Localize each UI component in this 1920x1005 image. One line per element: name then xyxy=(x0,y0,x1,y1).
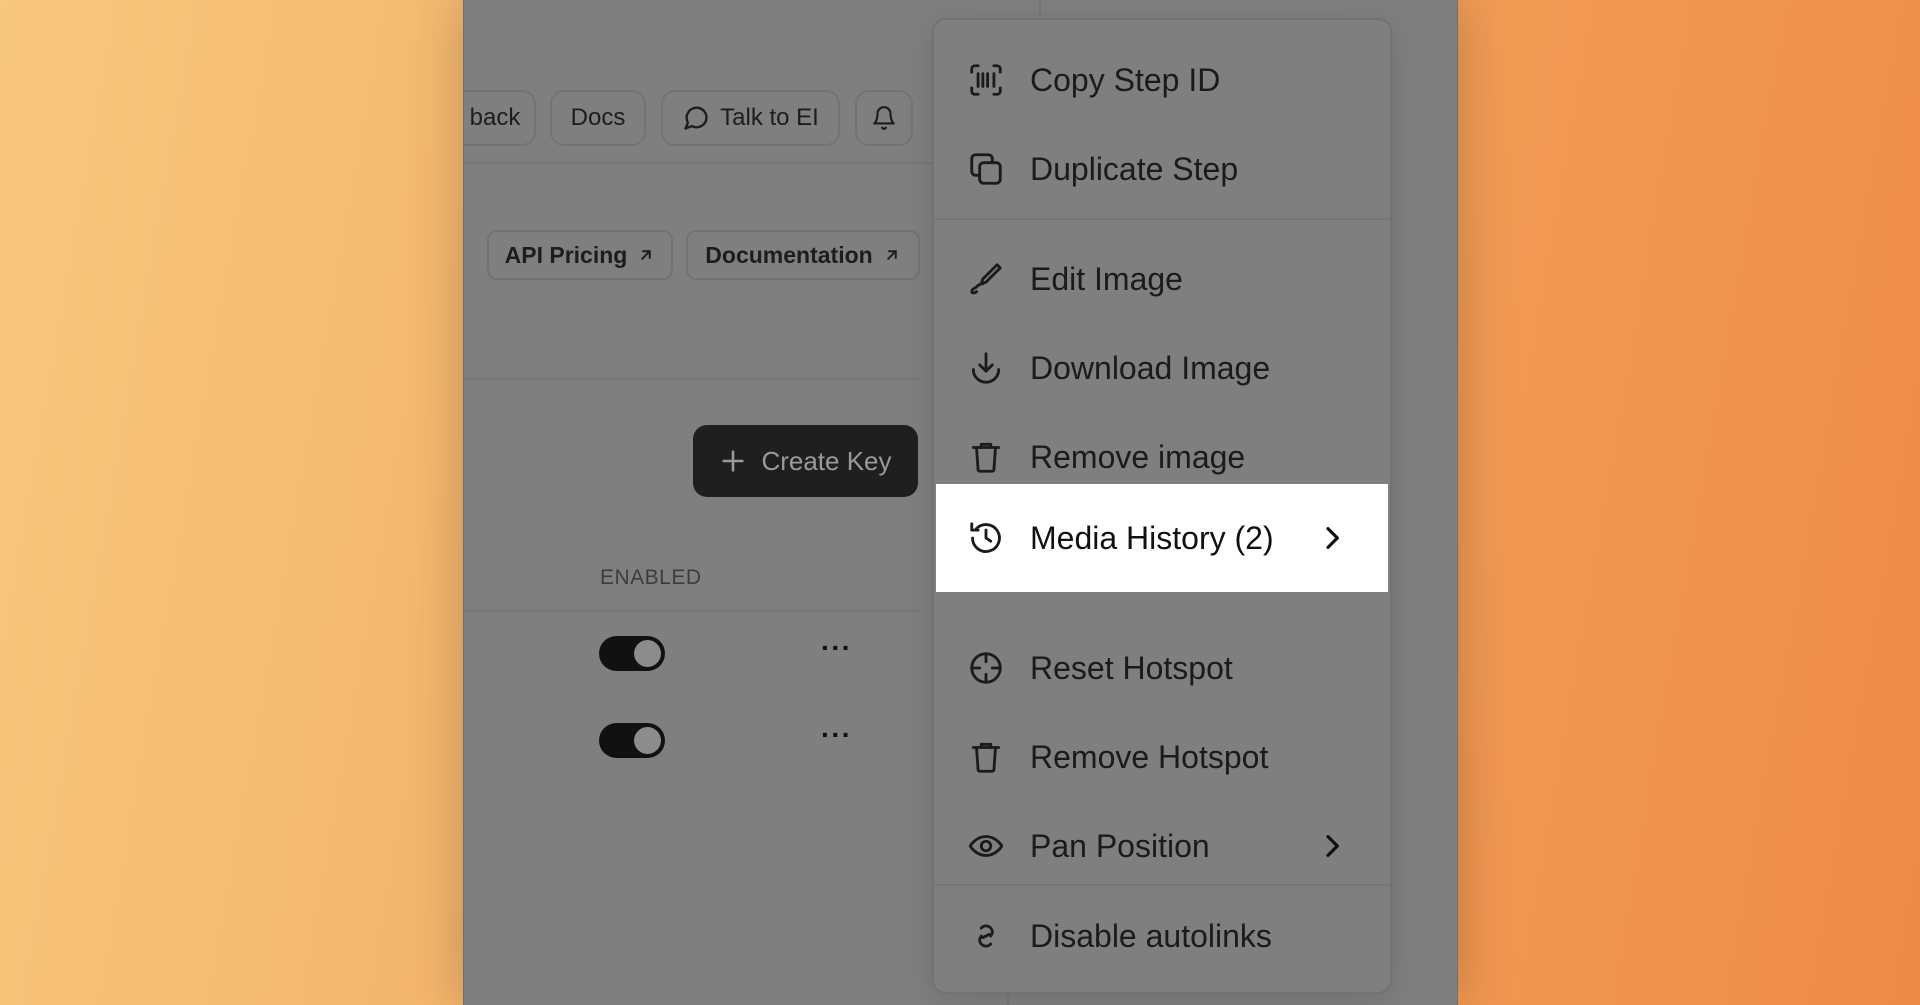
chevron-right-icon xyxy=(1326,527,1339,549)
feedback-button[interactable]: back xyxy=(464,90,536,146)
external-link-icon xyxy=(883,246,901,264)
documentation-label: Documentation xyxy=(705,241,873,268)
menu-item-label: Pan Position xyxy=(1030,827,1210,864)
download-icon xyxy=(966,348,1006,388)
create-key-label: Create Key xyxy=(761,445,892,476)
menu-item-pan-position[interactable]: Pan Position xyxy=(936,802,1388,890)
menu-item-edit-image[interactable]: Edit Image xyxy=(936,235,1388,323)
menu-item-label: Copy Step ID xyxy=(1030,61,1221,98)
menu-item-label: Download Image xyxy=(1030,349,1271,386)
bell-icon xyxy=(871,105,897,131)
menu-item-remove-hotspot[interactable]: Remove Hotspot xyxy=(936,713,1388,801)
menu-item-label: Duplicate Step xyxy=(1030,150,1239,187)
menu-item-media-history[interactable]: Media History (2) xyxy=(936,484,1388,592)
context-menu: Copy Step ID Duplicate Step Edit Image D… xyxy=(932,18,1392,994)
menu-separator xyxy=(934,218,1390,220)
talk-to-ei-button[interactable]: Talk to EI xyxy=(661,90,840,146)
plus-icon xyxy=(719,447,747,475)
trash-icon xyxy=(966,737,1006,777)
menu-item-label: Media History (2) xyxy=(1030,519,1274,556)
eye-icon xyxy=(966,826,1006,866)
menu-item-reset-hotspot[interactable]: Reset Hotspot xyxy=(936,624,1388,712)
menu-item-label: Edit Image xyxy=(1030,260,1183,297)
menu-item-download-image[interactable]: Download Image xyxy=(936,324,1388,412)
notifications-button[interactable] xyxy=(855,90,913,146)
talk-label: Talk to EI xyxy=(720,104,819,131)
menu-item-disable-autolinks[interactable]: Disable autolinks xyxy=(936,892,1388,980)
section-divider xyxy=(464,378,919,380)
menu-item-label: Reset Hotspot xyxy=(1030,649,1233,686)
table-header-divider xyxy=(464,610,919,612)
menu-item-copy-step-id[interactable]: Copy Step ID xyxy=(936,36,1388,124)
chevron-right-icon xyxy=(1326,835,1339,857)
menu-item-label: Disable autolinks xyxy=(1030,917,1272,954)
enabled-toggle[interactable] xyxy=(599,723,665,758)
enabled-column-header: ENABLED xyxy=(600,566,702,589)
create-key-button[interactable]: Create Key xyxy=(693,425,918,497)
row-more-button[interactable]: ··· xyxy=(821,719,852,751)
menu-separator xyxy=(934,607,1390,609)
docs-label: Docs xyxy=(570,104,626,131)
api-pricing-label: API Pricing xyxy=(504,241,628,268)
header-divider xyxy=(464,162,934,164)
feedback-label: back xyxy=(469,104,521,131)
link-icon xyxy=(966,916,1006,956)
external-link-icon xyxy=(637,246,655,264)
documentation-link[interactable]: Documentation xyxy=(686,230,920,280)
barcode-icon xyxy=(966,60,1006,100)
api-pricing-link[interactable]: API Pricing xyxy=(487,230,673,280)
duplicate-icon xyxy=(966,149,1006,189)
crosshair-icon xyxy=(966,648,1006,688)
trash-icon xyxy=(966,437,1006,477)
row-more-button[interactable]: ··· xyxy=(821,632,852,664)
enabled-toggle[interactable] xyxy=(599,636,665,671)
menu-separator xyxy=(934,884,1390,886)
panel-divider xyxy=(1039,0,1041,18)
history-icon xyxy=(966,518,1006,558)
menu-item-label: Remove Hotspot xyxy=(1030,738,1269,775)
menu-item-duplicate-step[interactable]: Duplicate Step xyxy=(936,125,1388,213)
menu-item-label: Remove image xyxy=(1030,438,1246,475)
docs-button[interactable]: Docs xyxy=(550,90,646,146)
chat-bubble-icon xyxy=(682,104,710,132)
pen-icon xyxy=(966,259,1006,299)
